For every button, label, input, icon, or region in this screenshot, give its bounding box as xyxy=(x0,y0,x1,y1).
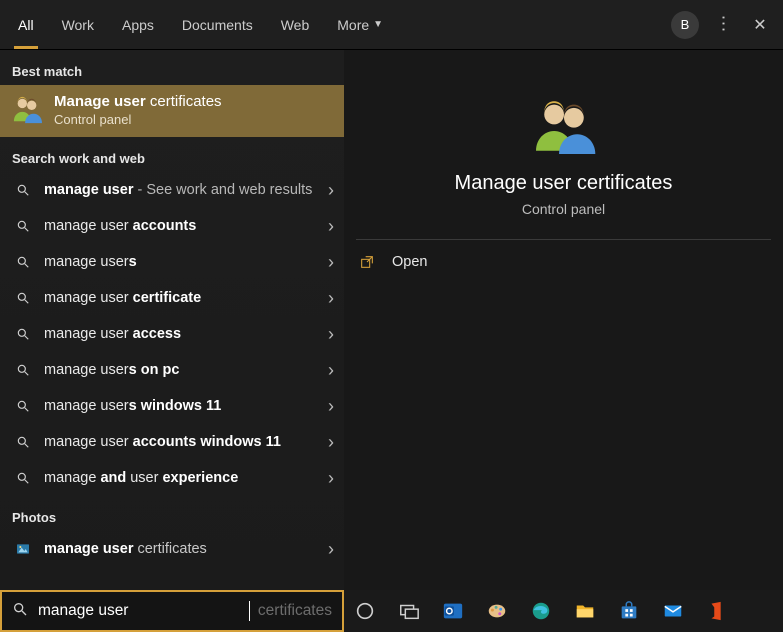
search-input-row[interactable]: certificates xyxy=(0,590,344,632)
best-match-subtitle: Control panel xyxy=(54,112,222,127)
open-action[interactable]: Open xyxy=(356,246,771,278)
result-text: manage user certificates xyxy=(44,541,328,557)
detail-subtitle: Control panel xyxy=(356,201,771,217)
edge-icon[interactable] xyxy=(526,596,556,626)
result-text: manage and user experience xyxy=(44,470,328,486)
photos-result-row[interactable]: manage user certificates › xyxy=(0,531,344,567)
search-icon xyxy=(12,183,34,197)
search-icon xyxy=(12,435,34,449)
chevron-right-icon: › xyxy=(328,468,334,489)
search-result-row[interactable]: manage user access › xyxy=(0,316,344,352)
user-avatar[interactable]: B xyxy=(671,11,699,39)
cortana-icon[interactable] xyxy=(350,596,380,626)
section-header-best-match: Best match xyxy=(0,50,344,85)
search-result-row[interactable]: manage users › xyxy=(0,244,344,280)
search-result-row[interactable]: manage and user experience › xyxy=(0,460,344,496)
tab-all[interactable]: All xyxy=(4,0,48,49)
tab-apps[interactable]: Apps xyxy=(108,0,168,49)
search-result-row[interactable]: manage users windows 11 › xyxy=(0,388,344,424)
search-icon xyxy=(12,471,34,485)
search-result-row[interactable]: manage user - See work and web results › xyxy=(0,172,344,208)
office-icon[interactable] xyxy=(702,596,732,626)
search-icon xyxy=(12,399,34,413)
chevron-right-icon: › xyxy=(328,180,334,201)
file-explorer-icon[interactable] xyxy=(570,596,600,626)
search-input[interactable] xyxy=(38,602,243,620)
user-certificates-icon xyxy=(12,95,42,125)
search-result-row[interactable]: manage user accounts › xyxy=(0,208,344,244)
search-icon xyxy=(12,291,34,305)
chevron-right-icon: › xyxy=(328,396,334,417)
photos-app-icon xyxy=(12,541,34,557)
mail-icon[interactable] xyxy=(658,596,688,626)
outlook-icon[interactable] xyxy=(438,596,468,626)
search-result-row[interactable]: manage user certificate › xyxy=(0,280,344,316)
search-icon xyxy=(12,327,34,341)
search-icon xyxy=(12,255,34,269)
chevron-right-icon: › xyxy=(328,432,334,453)
microsoft-store-icon[interactable] xyxy=(614,596,644,626)
result-text: manage user accounts xyxy=(44,218,328,234)
chevron-right-icon: › xyxy=(328,360,334,381)
result-text: manage user access xyxy=(44,326,328,342)
result-text: manage user - See work and web results xyxy=(44,182,328,198)
search-icon xyxy=(12,363,34,377)
section-header-search-web: Search work and web xyxy=(0,137,344,172)
close-button[interactable]: ✕ xyxy=(747,15,773,35)
section-header-photos: Photos xyxy=(0,496,344,531)
taskbar xyxy=(344,590,783,632)
chevron-right-icon: › xyxy=(328,288,334,309)
chevron-right-icon: › xyxy=(328,252,334,273)
task-view-icon[interactable] xyxy=(394,596,424,626)
chevron-right-icon: › xyxy=(328,216,334,237)
search-icon xyxy=(12,219,34,233)
user-certificates-large-icon xyxy=(531,98,597,154)
search-result-row[interactable]: manage user accounts windows 11 › xyxy=(0,424,344,460)
search-result-row[interactable]: manage users on pc › xyxy=(0,352,344,388)
chevron-right-icon: › xyxy=(328,539,334,560)
best-match-item[interactable]: Manage user certificates Control panel xyxy=(0,85,344,137)
tab-documents[interactable]: Documents xyxy=(168,0,267,49)
divider xyxy=(356,239,771,240)
result-text: manage users on pc xyxy=(44,362,328,378)
paint-icon[interactable] xyxy=(482,596,512,626)
result-text: manage user accounts windows 11 xyxy=(44,434,328,450)
result-text: manage users xyxy=(44,254,328,270)
detail-title: Manage user certificates xyxy=(356,172,771,195)
chevron-down-icon: ▼ xyxy=(373,19,383,30)
open-external-icon xyxy=(358,254,376,270)
tab-more[interactable]: More▼ xyxy=(323,0,397,49)
search-scope-tabbar: All Work Apps Documents Web More▼ B ⋯ ✕ xyxy=(0,0,783,50)
result-text: manage users windows 11 xyxy=(44,398,328,414)
search-icon xyxy=(12,601,28,621)
open-action-label: Open xyxy=(392,254,427,270)
tab-work[interactable]: Work xyxy=(48,0,108,49)
best-match-title: Manage user certificates xyxy=(54,93,222,110)
chevron-right-icon: › xyxy=(328,324,334,345)
tab-web[interactable]: Web xyxy=(267,0,324,49)
result-text: manage user certificate xyxy=(44,290,328,306)
search-ghost-completion: certificates xyxy=(258,602,332,620)
more-options-button[interactable]: ⋯ xyxy=(713,15,734,35)
text-caret xyxy=(249,601,250,621)
results-pane: Best match Manage user certificates Cont… xyxy=(0,50,344,590)
detail-pane: Manage user certificates Control panel O… xyxy=(344,50,783,590)
